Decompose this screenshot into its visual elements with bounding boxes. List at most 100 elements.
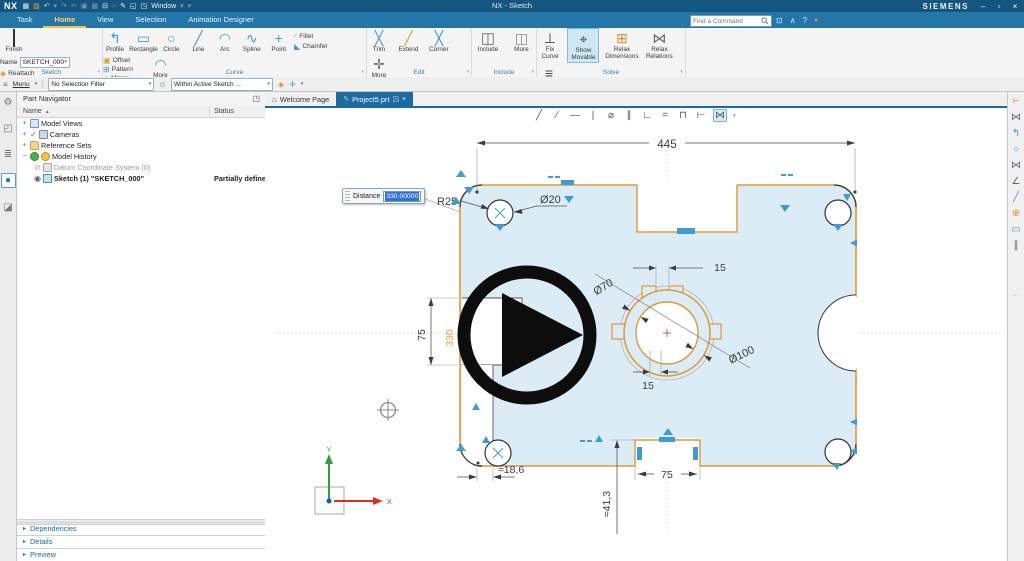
minimize-button[interactable]: – xyxy=(978,2,988,11)
sketch-drawing[interactable]: 445 R25 Ø20 xyxy=(265,106,1008,561)
expander-icon[interactable]: + xyxy=(21,129,28,140)
fullscreen-icon[interactable]: ⊡ xyxy=(776,16,783,25)
spline-button[interactable]: ∿Spline xyxy=(240,28,263,54)
section-dependencies[interactable]: ▸Dependencies xyxy=(17,522,265,535)
fixed-constraint-icon[interactable]: ⊓ xyxy=(677,110,689,121)
perpendicular-constraint-icon[interactable]: ∟ xyxy=(641,110,653,121)
sketch-viewport[interactable]: 445 R25 Ø20 xyxy=(265,106,1008,561)
rectangle-button[interactable]: ▭Rectangle xyxy=(131,28,155,54)
profile-button[interactable]: ↰Profile xyxy=(103,28,127,54)
offset-button[interactable]: ▣Offset xyxy=(103,56,145,65)
show-movable-button[interactable]: ⌖Show Movable xyxy=(567,28,599,63)
tree-row-cameras[interactable]: +✓Cameras xyxy=(17,129,265,140)
group-label-include[interactable]: Include▾ xyxy=(472,68,536,77)
tree-row-model-history[interactable]: −Model History xyxy=(17,151,265,162)
eye-on-icon[interactable]: ◉ xyxy=(34,173,41,184)
snap-point-2-icon[interactable]: ✛ xyxy=(289,80,296,89)
equal-constraint-icon[interactable]: = xyxy=(659,110,671,121)
relax-relations-button[interactable]: ⋈Relax Relations xyxy=(644,28,674,61)
arc-button[interactable]: ◠Arc xyxy=(214,28,236,54)
dim-slot-15[interactable]: 15 xyxy=(714,262,726,274)
group-label-curve[interactable]: Curve▾ xyxy=(103,68,366,77)
relax-relations-dock-icon[interactable]: ⋈ xyxy=(1010,111,1023,124)
distance-field[interactable]: 330.00000 xyxy=(383,191,421,202)
menu-burger-icon[interactable]: ≡ xyxy=(3,80,8,89)
expander-icon[interactable]: + xyxy=(21,118,28,129)
section-preview[interactable]: ▸Preview xyxy=(17,548,265,561)
constraint-navigator-icon[interactable]: ≣ xyxy=(2,148,15,161)
section-details[interactable]: ▸Details xyxy=(17,535,265,548)
restore-button[interactable]: ▫ xyxy=(994,2,1004,11)
rectangle-dock-icon[interactable]: ▭ xyxy=(1010,223,1023,236)
line-button[interactable]: ╱Line xyxy=(187,28,209,54)
horizontal-constraint-icon[interactable]: — xyxy=(569,110,581,121)
distance-input-box[interactable]: Distance 330.00000 xyxy=(342,188,425,204)
chamfer-button[interactable]: ◣Chamfer xyxy=(294,41,338,51)
snap-point-icon[interactable]: ◈ xyxy=(278,80,284,89)
assembly-navigator-icon[interactable]: ◰ xyxy=(2,122,15,135)
corner-button[interactable]: ╳Corner xyxy=(426,28,452,54)
tab-task[interactable]: Task xyxy=(6,12,43,28)
tree-row-datum-cs[interactable]: ⊘Datum Coordinate System (0) xyxy=(17,162,265,173)
perpendicular-dock-icon[interactable]: ∠ xyxy=(1010,175,1023,188)
inferred-line-icon[interactable]: ∕ xyxy=(551,110,563,121)
column-status[interactable]: Status xyxy=(214,106,234,117)
help-icon[interactable]: ? xyxy=(803,16,807,25)
group-label-edit[interactable]: Edit▾ xyxy=(367,68,471,77)
finish-sketch-button[interactable]: Finish xyxy=(0,28,28,54)
tab-project5[interactable]: ✎ Project5.prt ◳ × xyxy=(336,92,413,106)
relax-dimensions-dock-icon[interactable]: ⊢ xyxy=(1010,95,1023,108)
eye-off-icon[interactable]: ⊘ xyxy=(34,162,41,173)
panel-pin-icon[interactable]: ◳ xyxy=(252,92,260,106)
snap-dropdown-icon[interactable]: ▾ xyxy=(301,81,304,87)
dim-approx-18-6[interactable]: ≈18,6 xyxy=(498,464,524,476)
tab-view[interactable]: View xyxy=(86,12,124,28)
midpoint-constraint-icon[interactable]: ⊢ xyxy=(695,110,707,121)
menu-dropdown-icon[interactable]: ▾ xyxy=(35,81,38,87)
sketch-name-combo[interactable]: SKETCH_000 ▾ xyxy=(20,57,70,68)
selection-filter-combo[interactable]: No Selection Filter ▾ xyxy=(48,78,154,91)
dim-key-15[interactable]: 15 xyxy=(642,380,654,392)
roles-gear-icon[interactable]: ⚙ xyxy=(2,96,15,109)
find-command-box[interactable] xyxy=(690,15,772,27)
part-navigator-icon[interactable]: ● xyxy=(1,173,16,188)
show-constraints-icon[interactable]: ⋈ xyxy=(713,109,727,122)
group-label-sketch[interactable]: Sketch▾ xyxy=(0,68,102,77)
toolbar-more-icon[interactable]: ▾ xyxy=(733,113,736,119)
include-more-button[interactable]: ◫More xyxy=(508,28,534,54)
dim-330-edited[interactable]: 330 xyxy=(444,329,456,347)
tree-row-model-views[interactable]: +Model Views xyxy=(17,118,265,129)
tree-row-reference-sets[interactable]: +Reference Sets xyxy=(17,140,265,151)
dim-75-left[interactable]: 75 xyxy=(416,329,428,341)
minimize-ribbon-icon[interactable]: ∧ xyxy=(790,16,796,25)
trim-button[interactable]: ╳Trim xyxy=(367,28,391,54)
point-button[interactable]: +Point xyxy=(268,28,290,54)
corner-hole[interactable] xyxy=(825,200,851,226)
column-name[interactable]: Name▲ xyxy=(23,106,50,118)
relax-dimensions-button[interactable]: ⊞Relax Dimensions xyxy=(604,28,640,61)
include-button[interactable]: ◫Include xyxy=(472,28,504,54)
profile-dock-icon[interactable]: ↰ xyxy=(1010,127,1023,140)
dim-approx-41-3[interactable]: ≈41,3 xyxy=(601,491,613,517)
close-button[interactable]: × xyxy=(1010,2,1020,11)
tab-selection[interactable]: Selection xyxy=(124,12,177,28)
tree-row-sketch[interactable]: ◉Sketch (1) "SKETCH_000" Partially defin… xyxy=(17,173,265,184)
circle-dock-icon[interactable]: ○ xyxy=(1010,143,1023,156)
group-label-solve[interactable]: Solve▾ xyxy=(537,68,685,77)
vertical-constraint-icon[interactable]: | xyxy=(587,110,599,121)
find-command-input[interactable] xyxy=(691,17,761,25)
line-dock-icon[interactable]: ╱ xyxy=(1010,191,1023,204)
drag-grip-icon[interactable] xyxy=(345,191,350,201)
tab-animation-designer[interactable]: Animation Designer xyxy=(177,12,264,28)
dim-445[interactable]: 445 xyxy=(657,139,676,151)
distance-value[interactable]: 330.00000 xyxy=(385,192,419,201)
reuse-library-icon[interactable]: ◪ xyxy=(2,201,15,214)
show-constraints-dock-icon[interactable]: ⋈ xyxy=(1010,159,1023,172)
pattern-dock-icon[interactable]: ⊕ xyxy=(1010,207,1023,220)
graphics-window[interactable]: ⌂ Welcome Page ✎ Project5.prt ◳ × xyxy=(265,92,1008,561)
rapid-dimension-icon[interactable]: ╱ xyxy=(533,110,545,121)
dim-75-bottom[interactable]: 75 xyxy=(661,469,673,481)
fillet-button[interactable]: ◜Fillet xyxy=(294,31,338,41)
expander-icon[interactable]: + xyxy=(21,140,28,151)
collapser-icon[interactable]: − xyxy=(21,151,28,162)
